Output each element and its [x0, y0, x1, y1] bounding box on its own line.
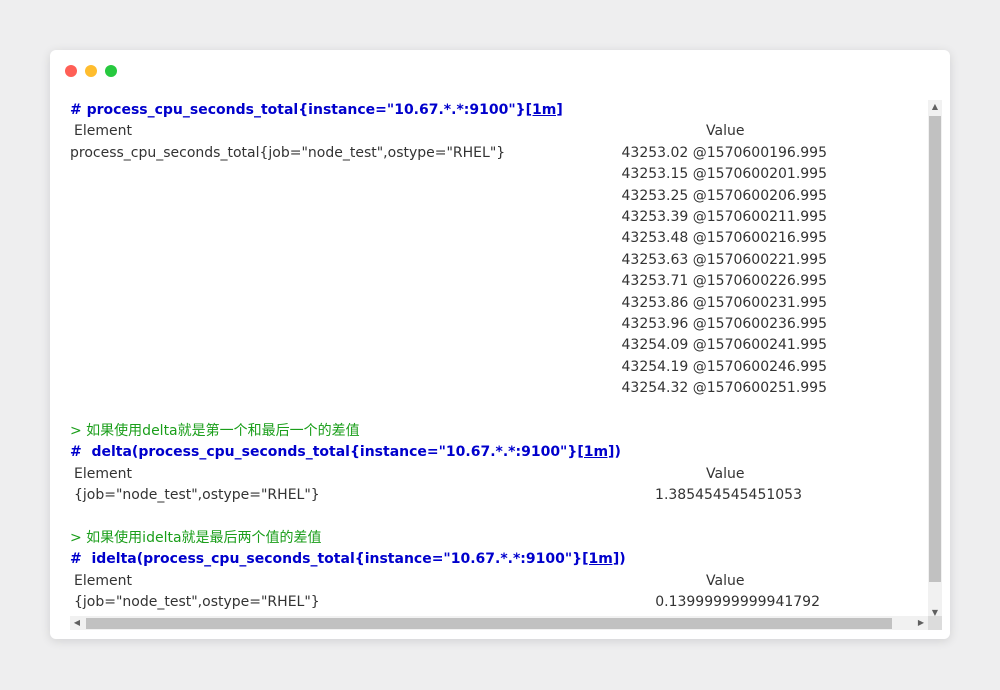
sample-value: 43253.86 @1570600231.995 [621, 294, 828, 311]
comment-line-2: > 如果使用delta就是第一个和最后一个的差值 [70, 422, 360, 439]
command-line-1: # process_cpu_seconds_total{instance="10… [70, 100, 928, 121]
sample-value: 43253.02 @1570600196.995 [621, 144, 828, 161]
horizontal-scrollbar[interactable]: ◀ ▶ [70, 616, 928, 630]
result-row: 43253.15 @1570600201.995 [70, 164, 928, 185]
scroll-corner [928, 616, 942, 630]
window-controls [65, 65, 117, 77]
sample-value: 43253.39 @1570600211.995 [621, 208, 828, 225]
sample-value: 43253.48 @1570600216.995 [621, 230, 828, 247]
scroll-right-icon[interactable]: ▶ [914, 616, 928, 630]
sample-value: 43254.32 @1570600251.995 [621, 380, 828, 397]
command-text: # delta(process_cpu_seconds_total{instan… [70, 444, 578, 461]
value-header: Value [706, 572, 745, 589]
result-row: 43253.86 @1570600231.995 [70, 293, 928, 314]
result-row: 43253.71 @1570600226.995 [70, 271, 928, 292]
sample-value: 43253.96 @1570600236.995 [621, 315, 828, 332]
value-header: Value [706, 123, 745, 140]
result-row: 43254.32 @1570600251.995 [70, 378, 928, 399]
range-selector: [1m] [582, 551, 620, 568]
result-row: 43253.39 @1570600211.995 [70, 207, 928, 228]
code-content: # process_cpu_seconds_total{instance="10… [70, 100, 928, 620]
scroll-up-icon[interactable]: ▲ [928, 100, 942, 114]
value-header: Value [706, 465, 745, 482]
sample-value: 43253.71 @1570600226.995 [621, 273, 828, 290]
vertical-scroll-thumb[interactable] [929, 116, 941, 582]
result-row: 43253.63 @1570600221.995 [70, 250, 928, 271]
header-row-2: Element Value [70, 464, 928, 485]
sample-value: 43254.09 @1570600241.995 [621, 337, 828, 354]
horizontal-scroll-thumb[interactable] [86, 618, 892, 629]
header-row-1: Element Value [70, 121, 928, 142]
range-selector: [1m] [577, 444, 615, 461]
sample-value: 43253.63 @1570600221.995 [621, 251, 828, 268]
minimize-dot-icon [85, 65, 97, 77]
result-row: process_cpu_seconds_total{job="node_test… [70, 143, 928, 164]
sample-value: 43254.19 @1570600246.995 [621, 358, 828, 375]
comment-line-3: > 如果使用idelta就是最后两个值的差值 [70, 529, 322, 546]
result-row: 43254.09 @1570600241.995 [70, 335, 928, 356]
result-row: {job="node_test",ostype="RHEL"} 1.3854545… [70, 485, 928, 506]
result-row: 43254.19 @1570600246.995 [70, 357, 928, 378]
result-row: 43253.48 @1570600216.995 [70, 228, 928, 249]
code-window: # process_cpu_seconds_total{instance="10… [50, 50, 950, 639]
result-row: 43253.96 @1570600236.995 [70, 314, 928, 335]
vertical-scrollbar[interactable]: ▲ ▼ [928, 100, 942, 620]
command-line-2: # delta(process_cpu_seconds_total{instan… [70, 442, 928, 463]
command-line-3: # idelta(process_cpu_seconds_total{insta… [70, 549, 928, 570]
sample-value: 43253.25 @1570600206.995 [621, 187, 828, 204]
element-header: Element [74, 465, 132, 482]
element-header: Element [74, 572, 132, 589]
header-row-3: Element Value [70, 571, 928, 592]
command-suffix: ) [614, 444, 621, 461]
sample-value: 43253.15 @1570600201.995 [621, 166, 828, 183]
close-dot-icon [65, 65, 77, 77]
result-value: 0.13999999999941792 [655, 593, 820, 610]
result-value: 1.385454545451053 [655, 487, 802, 504]
element-header: Element [74, 123, 132, 140]
result-row: {job="node_test",ostype="RHEL"} 0.1399999… [70, 592, 928, 613]
maximize-dot-icon [105, 65, 117, 77]
command-suffix: ) [619, 551, 626, 568]
scroll-left-icon[interactable]: ◀ [70, 616, 84, 630]
command-text: # idelta(process_cpu_seconds_total{insta… [70, 551, 583, 568]
command-text: # process_cpu_seconds_total{instance="10… [70, 102, 526, 118]
range-selector: [1m] [525, 102, 563, 118]
result-row: 43253.25 @1570600206.995 [70, 186, 928, 207]
